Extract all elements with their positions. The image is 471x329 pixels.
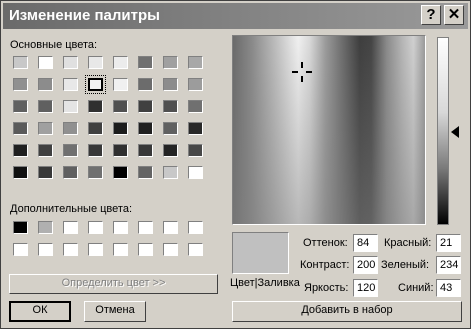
color-spectrum[interactable] [232, 35, 426, 225]
luminance-bar[interactable] [437, 37, 449, 225]
luminance-label: Яркость: [304, 282, 349, 294]
color-swatch[interactable] [13, 221, 28, 234]
color-swatch[interactable] [113, 78, 128, 91]
color-swatch[interactable] [163, 122, 178, 135]
luminance-field[interactable]: 120 [353, 279, 378, 297]
custom-colors-label: Дополнительные цвета: [10, 203, 132, 215]
color-swatch[interactable] [38, 166, 53, 179]
color-swatch[interactable] [163, 56, 178, 69]
color-swatch[interactable] [38, 243, 53, 256]
color-swatch[interactable] [38, 78, 53, 91]
color-swatch[interactable] [138, 243, 153, 256]
cancel-button[interactable]: Отмена [84, 301, 146, 322]
color-swatch[interactable] [88, 100, 103, 113]
blue-field[interactable]: 43 [436, 279, 461, 297]
crosshair-icon [292, 62, 312, 82]
color-swatch[interactable] [63, 166, 78, 179]
color-dialog-window: Изменение палитры ? ✕ Основные цвета: До… [0, 0, 471, 329]
color-swatch[interactable] [113, 100, 128, 113]
dialog-title: Изменение палитры [9, 7, 160, 24]
help-button[interactable]: ? [421, 5, 441, 25]
add-to-custom-colors-button[interactable]: Добавить в набор [232, 301, 462, 322]
red-field[interactable]: 21 [436, 234, 461, 252]
color-swatch[interactable] [63, 221, 78, 234]
color-swatch[interactable] [163, 78, 178, 91]
color-swatch[interactable] [188, 166, 203, 179]
color-swatch[interactable] [88, 166, 103, 179]
luminance-pointer-icon[interactable] [451, 126, 459, 138]
color-swatch[interactable] [13, 122, 28, 135]
color-swatch[interactable] [63, 243, 78, 256]
color-swatch[interactable] [113, 221, 128, 234]
ok-button[interactable]: ОК [9, 301, 71, 322]
color-swatch[interactable] [138, 144, 153, 157]
color-swatch[interactable] [113, 166, 128, 179]
color-swatch[interactable] [138, 56, 153, 69]
color-swatch[interactable] [138, 78, 153, 91]
hue-field[interactable]: 84 [353, 234, 378, 252]
color-swatch[interactable] [163, 221, 178, 234]
color-swatch[interactable] [88, 243, 103, 256]
color-swatch[interactable] [163, 243, 178, 256]
color-swatch[interactable] [38, 122, 53, 135]
color-swatch[interactable] [13, 56, 28, 69]
color-swatch[interactable] [188, 221, 203, 234]
color-swatch[interactable] [163, 166, 178, 179]
color-swatch[interactable] [13, 243, 28, 256]
color-swatch[interactable] [163, 100, 178, 113]
color-swatch[interactable] [63, 122, 78, 135]
color-swatch[interactable] [88, 56, 103, 69]
color-swatch[interactable] [85, 75, 106, 94]
color-swatch[interactable] [63, 100, 78, 113]
saturation-label: Контраст: [300, 259, 350, 271]
color-swatch[interactable] [63, 78, 78, 91]
color-swatch[interactable] [38, 144, 53, 157]
color-swatch[interactable] [163, 144, 178, 157]
color-swatch[interactable] [113, 56, 128, 69]
color-swatch[interactable] [113, 243, 128, 256]
color-swatch[interactable] [138, 100, 153, 113]
color-swatch[interactable] [63, 144, 78, 157]
green-label: Зеленый: [381, 259, 430, 271]
color-swatch[interactable] [188, 243, 203, 256]
preview-label: Цвет|Заливка [230, 277, 300, 289]
color-swatch[interactable] [88, 221, 103, 234]
color-swatch[interactable] [38, 100, 53, 113]
color-swatch[interactable] [138, 122, 153, 135]
color-swatch[interactable] [113, 122, 128, 135]
color-swatch[interactable] [13, 78, 28, 91]
color-swatch[interactable] [138, 166, 153, 179]
color-swatch[interactable] [38, 221, 53, 234]
color-swatch[interactable] [38, 56, 53, 69]
define-color-button[interactable]: Определить цвет >> [9, 274, 218, 294]
color-swatch[interactable] [188, 100, 203, 113]
color-swatch[interactable] [13, 144, 28, 157]
color-swatch[interactable] [188, 56, 203, 69]
color-swatch[interactable] [188, 78, 203, 91]
color-swatch[interactable] [188, 122, 203, 135]
basic-colors-label: Основные цвета: [10, 39, 98, 51]
blue-label: Синий: [398, 282, 434, 294]
color-swatch[interactable] [138, 221, 153, 234]
red-label: Красный: [384, 237, 432, 249]
title-bar[interactable]: Изменение палитры ? ✕ [3, 3, 468, 29]
color-swatch[interactable] [63, 56, 78, 69]
hue-label: Оттенок: [303, 237, 348, 249]
saturation-field[interactable]: 200 [353, 256, 378, 274]
color-swatch[interactable] [88, 144, 103, 157]
color-swatch[interactable] [88, 122, 103, 135]
color-swatch[interactable] [13, 166, 28, 179]
color-preview [232, 232, 289, 274]
color-swatch[interactable] [188, 144, 203, 157]
color-swatch[interactable] [113, 144, 128, 157]
color-swatch[interactable] [13, 100, 28, 113]
green-field[interactable]: 234 [436, 256, 461, 274]
close-button[interactable]: ✕ [444, 5, 464, 25]
